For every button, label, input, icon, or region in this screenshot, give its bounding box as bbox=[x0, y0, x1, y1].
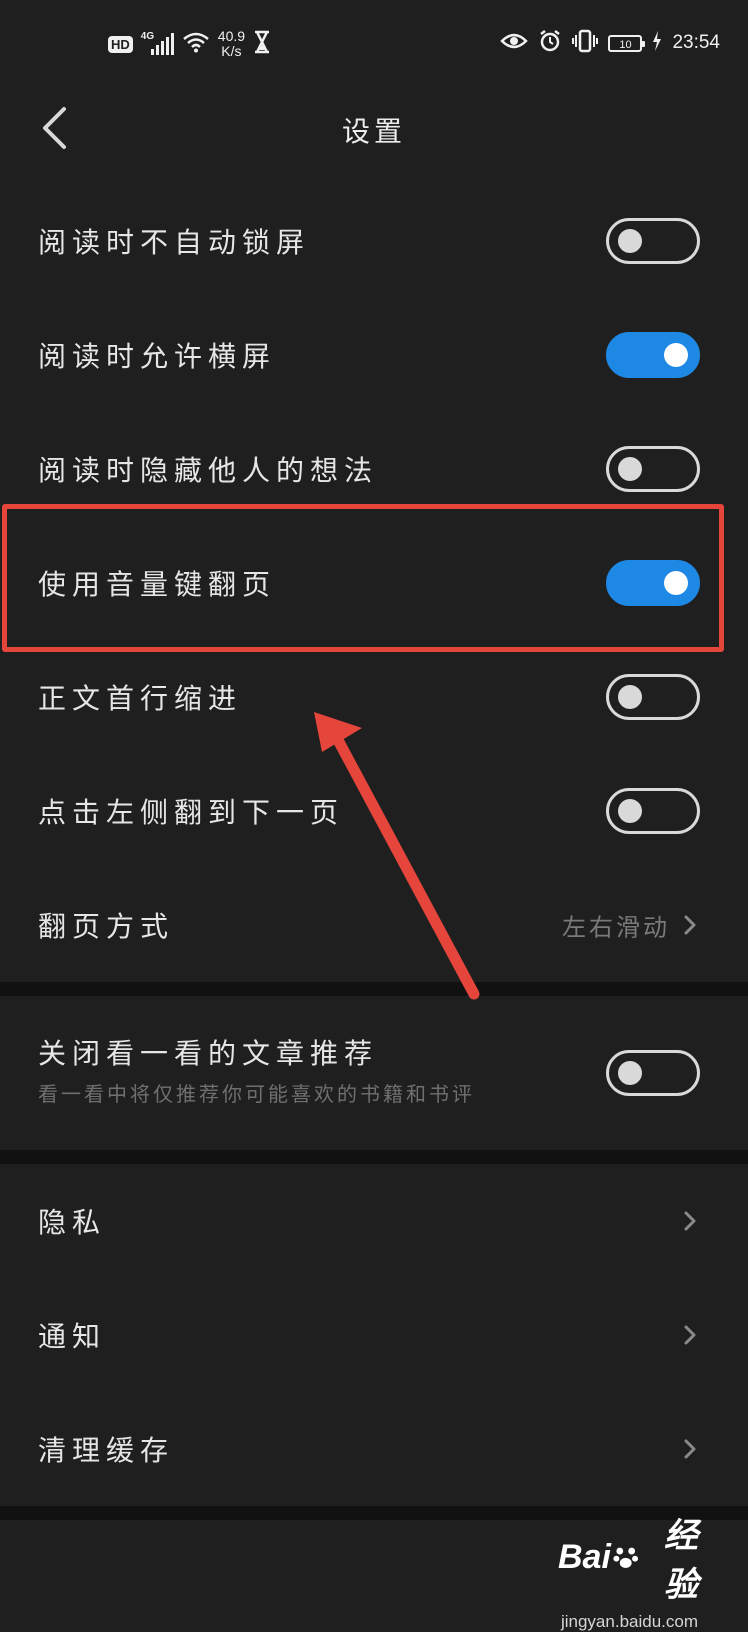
charging-icon bbox=[652, 30, 662, 56]
status-bar: HD 4G 40.9 K/s 10 23:54 bbox=[0, 0, 748, 84]
chevron-right-icon bbox=[684, 1325, 696, 1345]
battery-level: 10 bbox=[619, 38, 632, 51]
network-type: 4G bbox=[140, 31, 155, 42]
setting-description: 看一看中将仅推荐你可能喜欢的书籍和书评 bbox=[38, 1082, 475, 1106]
toggle-switch[interactable] bbox=[606, 446, 700, 492]
toggle-knob bbox=[618, 229, 642, 253]
toggle-switch[interactable] bbox=[606, 332, 700, 378]
setting-label: 阅读时隐藏他人的想法 bbox=[38, 454, 379, 487]
other-settings-group: 隐私 通知 清理缓存 bbox=[0, 1164, 748, 1506]
network-speed: 40.9 K/s bbox=[218, 29, 245, 59]
section-divider bbox=[0, 982, 748, 996]
setting-label: 关闭看一看的文章推荐 bbox=[38, 1037, 379, 1070]
speed-unit: K/s bbox=[221, 43, 242, 59]
toggle-knob bbox=[618, 685, 642, 709]
setting-label: 阅读时允许横屏 bbox=[38, 340, 277, 373]
setting-label: 点击左侧翻到下一页 bbox=[38, 796, 345, 829]
toggle-knob bbox=[664, 343, 688, 367]
setting-row-page-turn-mode[interactable]: 翻页方式 左右滑动 bbox=[0, 868, 748, 982]
setting-row-no-auto-lock[interactable]: 阅读时不自动锁屏 bbox=[0, 184, 748, 298]
toggle-knob bbox=[618, 457, 642, 481]
hourglass-icon bbox=[253, 30, 271, 59]
setting-row-privacy[interactable]: 隐私 bbox=[0, 1164, 748, 1278]
setting-row-hide-thoughts[interactable]: 阅读时隐藏他人的想法 bbox=[0, 412, 748, 526]
section-divider bbox=[0, 1506, 748, 1520]
watermark-url: jingyan.baidu.com bbox=[560, 1612, 698, 1631]
hd-badge: HD bbox=[108, 35, 133, 53]
chevron-right-icon bbox=[684, 1211, 696, 1231]
setting-row-clear-cache[interactable]: 清理缓存 bbox=[0, 1392, 748, 1506]
setting-label: 使用音量键翻页 bbox=[38, 568, 277, 601]
watermark-brand: Bai 经验 bbox=[558, 1517, 698, 1604]
header: 设置 bbox=[0, 84, 748, 174]
status-left: HD 4G 40.9 K/s bbox=[108, 24, 271, 64]
setting-value: 左右滑动 bbox=[562, 913, 670, 942]
setting-label: 通知 bbox=[38, 1320, 107, 1353]
recommend-group: 关闭看一看的文章推荐 看一看中将仅推荐你可能喜欢的书籍和书评 bbox=[0, 996, 748, 1150]
setting-row-volume-key-page-turn[interactable]: 使用音量键翻页 bbox=[0, 526, 748, 640]
toggle-knob bbox=[618, 1061, 642, 1085]
setting-label: 阅读时不自动锁屏 bbox=[38, 226, 311, 259]
baidu-jingyan-watermark: Bai 经验 jingyan.baidu.com bbox=[558, 1508, 698, 1631]
toggle-knob bbox=[664, 571, 688, 595]
setting-row-notifications[interactable]: 通知 bbox=[0, 1278, 748, 1392]
setting-label: 隐私 bbox=[38, 1206, 107, 1239]
page-title: 设置 bbox=[341, 115, 406, 148]
clock: 23:54 bbox=[672, 32, 720, 53]
wifi-icon bbox=[182, 31, 210, 58]
eye-icon bbox=[500, 31, 529, 56]
setting-row-first-line-indent[interactable]: 正文首行缩进 bbox=[0, 640, 748, 754]
reading-settings-group: 阅读时不自动锁屏 阅读时允许横屏 阅读时隐藏他人的想法 使用音量键翻页 正文首行… bbox=[0, 184, 748, 982]
status-right: 10 23:54 bbox=[500, 26, 720, 60]
vibrate-icon bbox=[572, 29, 599, 58]
setting-label: 翻页方式 bbox=[38, 910, 175, 943]
toggle-switch[interactable] bbox=[606, 1050, 700, 1096]
alarm-icon bbox=[538, 29, 562, 58]
section-divider bbox=[0, 1150, 748, 1164]
cellular-signal-icon: 4G bbox=[140, 31, 174, 55]
setting-row-allow-landscape[interactable]: 阅读时允许横屏 bbox=[0, 298, 748, 412]
chevron-right-icon bbox=[684, 915, 696, 935]
setting-row-disable-recommend[interactable]: 关闭看一看的文章推荐 看一看中将仅推荐你可能喜欢的书籍和书评 bbox=[0, 996, 748, 1150]
toggle-switch[interactable] bbox=[606, 674, 700, 720]
setting-label: 清理缓存 bbox=[38, 1434, 175, 1467]
paw-icon bbox=[613, 1547, 638, 1569]
toggle-switch[interactable] bbox=[606, 560, 700, 606]
chevron-right-icon bbox=[684, 1439, 696, 1459]
toggle-switch[interactable] bbox=[606, 788, 700, 834]
battery-icon: 10 bbox=[608, 34, 646, 52]
speed-value: 40.9 bbox=[217, 28, 246, 44]
setting-label: 正文首行缩进 bbox=[38, 682, 243, 715]
toggle-switch[interactable] bbox=[606, 218, 700, 264]
setting-row-tap-left-next-page[interactable]: 点击左侧翻到下一页 bbox=[0, 754, 748, 868]
toggle-knob bbox=[618, 799, 642, 823]
